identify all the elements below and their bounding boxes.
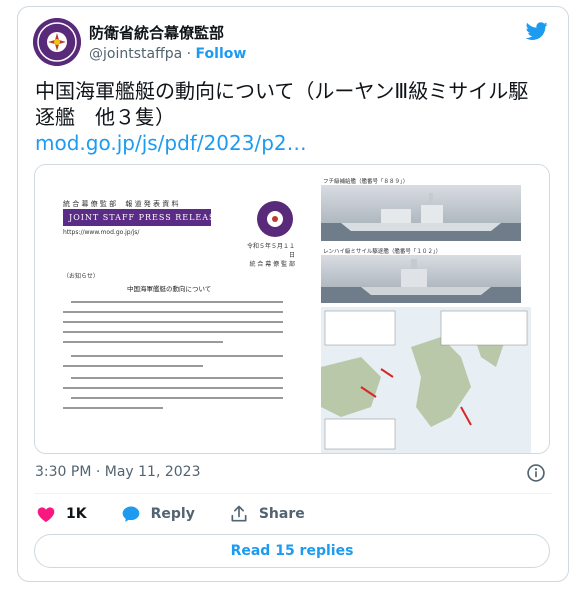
doc-text-line [63, 341, 223, 343]
tweet-text: 中国海軍艦艇の動向について（ルーヤンⅢ級ミサイル駆逐艦 他３隻） mod.go.… [35, 78, 540, 156]
doc-text-line [63, 331, 283, 333]
doc-date-line1: 令和５年５月１１日 [246, 243, 295, 259]
ship-photo-1 [321, 185, 521, 241]
doc-text-line [71, 377, 283, 379]
photo2-caption: レンハイ級ミサイル駆逐艦（艦番号「１０２」） [323, 249, 442, 255]
tweet-body: 中国海軍艦艇の動向について（ルーヤンⅢ級ミサイル駆逐艦 他３隻） [35, 79, 529, 129]
doc-text-line [63, 407, 163, 409]
doc-text-line [63, 365, 203, 367]
press-release-page: 統 合 幕 僚 監 部 報 道 発 表 資 料 JOINT STAFF PRES… [35, 165, 307, 453]
separator: · [186, 46, 192, 62]
like-count: 1K [66, 506, 87, 522]
doc-text-line [71, 355, 283, 357]
doc-seal-icon [257, 201, 293, 237]
share-icon [231, 505, 247, 522]
doc-text-line [63, 311, 283, 313]
like-button[interactable]: 1K [36, 504, 87, 524]
doc-notice: （お知らせ） [63, 273, 99, 280]
doc-date: 令和５年５月１１日 統 合 幕 僚 監 部 [245, 242, 295, 269]
action-bar: 1K Reply Share [36, 504, 305, 524]
share-button[interactable]: Share [229, 504, 305, 524]
doc-date-line2: 統 合 幕 僚 監 部 [249, 261, 295, 268]
share-label: Share [258, 506, 305, 522]
twitter-bird-icon[interactable] [524, 20, 550, 42]
handle-line: @jointstaffpa · Follow [89, 46, 246, 62]
info-icon[interactable] [526, 463, 546, 483]
doc-text-line [63, 321, 283, 323]
doc-text-line [63, 387, 283, 389]
follow-button[interactable]: Follow [196, 46, 247, 62]
divider [34, 493, 552, 494]
doc-text-line [71, 301, 283, 303]
doc-text-line [71, 397, 283, 399]
reply-label: Reply [150, 506, 195, 522]
tweet-link[interactable]: mod.go.jp/js/pdf/2023/p2… [35, 130, 540, 156]
avatar[interactable] [33, 18, 81, 66]
doc-heading: 中国海軍艦艇の動向について [127, 285, 212, 293]
photo1-caption: フチ級補給艦（艦番号「８８９」） [323, 179, 409, 185]
media-image[interactable]: 統 合 幕 僚 監 部 報 道 発 表 資 料 JOINT STAFF PRES… [34, 164, 550, 454]
jsdf-emblem-icon [33, 18, 81, 66]
movement-map [321, 307, 531, 453]
doc-banner: JOINT STAFF PRESS RELEASE [63, 209, 221, 226]
reply-icon [122, 506, 139, 522]
timestamp[interactable]: 3:30 PM · May 11, 2023 [35, 464, 201, 480]
read-replies-button[interactable]: Read 15 replies [34, 534, 550, 568]
reply-button[interactable]: Reply [121, 504, 195, 524]
handle[interactable]: @jointstaffpa [89, 46, 182, 62]
ship-photo-2 [321, 255, 521, 303]
press-release-figures: フチ級補給艦（艦番号「８８９」） レンハイ級ミサイル駆逐艦（艦番号「１０２」） [307, 165, 549, 453]
doc-org: 統 合 幕 僚 監 部 報 道 発 表 資 料 [63, 200, 179, 208]
display-name[interactable]: 防衛省統合幕僚監部 [89, 22, 224, 43]
doc-url: https://www.mod.go.jp/js/ [63, 229, 140, 236]
heart-icon [37, 507, 55, 522]
